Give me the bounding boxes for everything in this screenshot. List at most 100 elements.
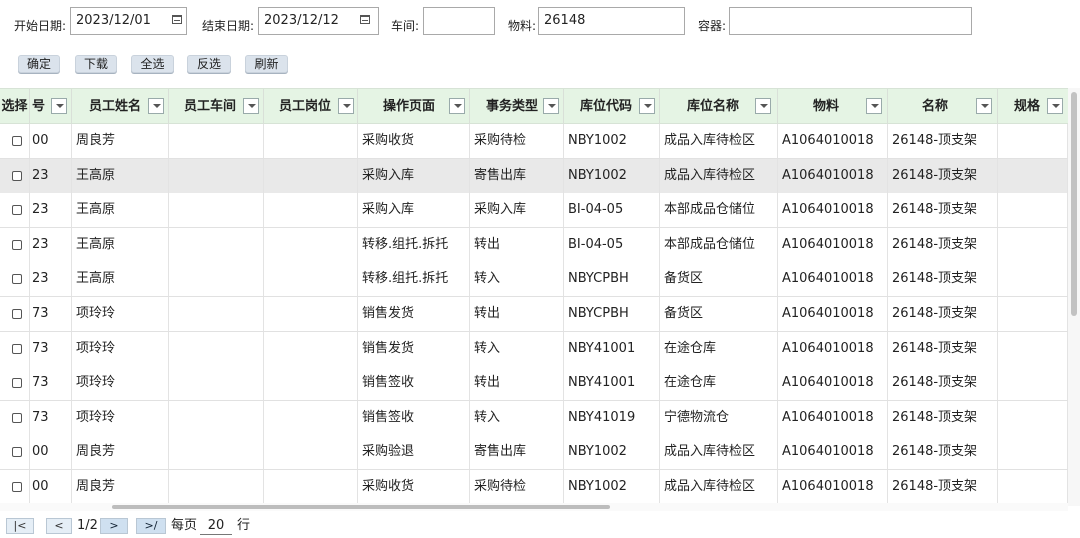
employee-post-cell bbox=[264, 158, 358, 193]
employee-name-cell: 王高原 bbox=[72, 262, 169, 297]
row-select-cell[interactable] bbox=[0, 158, 30, 193]
calendar-icon[interactable] bbox=[360, 15, 370, 24]
chevron-down-icon[interactable] bbox=[866, 98, 882, 114]
table-row[interactable]: 73 项玲玲 销售签收 转入 NBY41019 宁德物流仓 A1064010018 26148… bbox=[0, 400, 1068, 436]
location-code-cell: NBY41001 bbox=[564, 331, 660, 366]
table-row[interactable]: 23 王高原 采购入库 寄售出库 NBY1002 成品入库待检区 A1064010018 26… bbox=[0, 158, 1068, 194]
column-header-operation-page[interactable]: 操作页面 bbox=[358, 89, 470, 124]
row-checkbox[interactable] bbox=[12, 343, 22, 354]
column-header-material[interactable]: 物料 bbox=[778, 89, 888, 124]
end-date-input[interactable]: 2023/12/12 bbox=[258, 7, 379, 35]
material-cell: A1064010018 bbox=[778, 435, 888, 470]
item-name-cell: 26148-顶支架 bbox=[888, 193, 998, 228]
invert-selection-button[interactable]: 反选 bbox=[187, 55, 231, 73]
location-code-cell: NBYCPBH bbox=[564, 262, 660, 297]
column-header-employee-name[interactable]: 员工姓名 bbox=[72, 89, 169, 124]
vertical-scroll-thumb[interactable] bbox=[1071, 92, 1077, 316]
chevron-down-icon[interactable] bbox=[639, 98, 655, 114]
download-button[interactable]: 下载 bbox=[75, 55, 117, 73]
column-header-transaction-type[interactable]: 事务类型 bbox=[470, 89, 564, 124]
table-row[interactable]: 73 项玲玲 销售签收 转出 NBY41001 在途仓库 A1064010018 26148-… bbox=[0, 366, 1068, 402]
location-code-cell: NBY1002 bbox=[564, 158, 660, 193]
row-select-cell[interactable] bbox=[0, 193, 30, 228]
row-checkbox[interactable] bbox=[12, 412, 22, 423]
first-page-button[interactable]: |< bbox=[6, 518, 34, 534]
calendar-icon[interactable] bbox=[172, 15, 182, 24]
column-header-location-code[interactable]: 库位代码 bbox=[564, 89, 660, 124]
row-checkbox[interactable] bbox=[12, 205, 22, 216]
row-select-cell[interactable] bbox=[0, 297, 30, 331]
row-select-cell[interactable] bbox=[0, 331, 30, 366]
prev-page-button[interactable]: < bbox=[46, 518, 72, 534]
operation-page-cell: 采购验退 bbox=[358, 435, 470, 470]
chevron-down-icon[interactable] bbox=[755, 98, 771, 114]
row-checkbox[interactable] bbox=[12, 170, 22, 181]
column-header-location-name[interactable]: 库位名称 bbox=[660, 89, 778, 124]
row-number-cell: 73 bbox=[30, 366, 72, 401]
row-select-cell[interactable] bbox=[0, 262, 30, 297]
table-row[interactable]: 00 周良芳 采购收货 采购待检 NBY1002 成品入库待检区 A1064010018 26… bbox=[0, 470, 1068, 505]
select-all-button[interactable]: 全选 bbox=[131, 55, 174, 73]
material-input[interactable]: 26148 bbox=[538, 7, 685, 35]
confirm-button[interactable]: 确定 bbox=[18, 55, 60, 73]
start-date-input[interactable]: 2023/12/01 bbox=[70, 7, 187, 35]
chevron-down-icon[interactable] bbox=[338, 98, 354, 114]
container-input[interactable] bbox=[729, 7, 972, 35]
workshop-input[interactable] bbox=[423, 7, 495, 35]
table-row[interactable]: 00 周良芳 采购收货 采购待检 NBY1002 成品入库待检区 A1064010018 26… bbox=[0, 124, 1068, 159]
item-name-cell: 26148-顶支架 bbox=[888, 400, 998, 435]
chevron-down-icon[interactable] bbox=[976, 98, 992, 114]
employee-post-cell bbox=[264, 227, 358, 262]
chevron-down-icon[interactable] bbox=[1047, 98, 1063, 114]
column-header-spec[interactable]: 规格 bbox=[998, 89, 1068, 124]
column-header-number[interactable]: 号 bbox=[30, 89, 72, 124]
row-select-cell[interactable] bbox=[0, 400, 30, 435]
row-checkbox[interactable] bbox=[12, 136, 22, 146]
transaction-type-cell: 采购待检 bbox=[470, 124, 564, 158]
column-header-employee-post[interactable]: 员工岗位 bbox=[264, 89, 358, 124]
table-row[interactable]: 73 项玲玲 销售发货 转入 NBY41001 在途仓库 A1064010018 26148-… bbox=[0, 331, 1068, 367]
row-checkbox[interactable] bbox=[12, 309, 22, 319]
spec-cell bbox=[998, 435, 1068, 470]
row-select-cell[interactable] bbox=[0, 435, 30, 470]
chevron-down-icon[interactable] bbox=[148, 98, 164, 114]
item-name-cell: 26148-顶支架 bbox=[888, 297, 998, 331]
row-checkbox[interactable] bbox=[12, 239, 22, 250]
table-row[interactable]: 23 王高原 转移.组托.拆托 转出 BI-04-05 本部成品仓储位 A106401001… bbox=[0, 227, 1068, 263]
employee-post-cell bbox=[264, 435, 358, 470]
transaction-type-cell: 转出 bbox=[470, 297, 564, 331]
start-date-label: 开始日期: bbox=[14, 19, 67, 33]
employee-post-cell bbox=[264, 124, 358, 158]
horizontal-scrollbar[interactable] bbox=[0, 503, 1068, 511]
column-header-item-name[interactable]: 名称 bbox=[888, 89, 998, 124]
row-select-cell[interactable] bbox=[0, 366, 30, 401]
spec-cell bbox=[998, 158, 1068, 193]
table-row[interactable]: 23 王高原 转移.组托.拆托 转入 NBYCPBH 备货区 A1064010018 2614… bbox=[0, 262, 1068, 298]
row-number-cell: 00 bbox=[30, 470, 72, 504]
row-select-cell[interactable] bbox=[0, 227, 30, 262]
vertical-scrollbar[interactable] bbox=[1068, 88, 1080, 506]
row-checkbox[interactable] bbox=[12, 482, 22, 492]
table-row[interactable]: 23 王高原 采购入库 采购入库 BI-04-05 本部成品仓储位 A1064010018 2… bbox=[0, 193, 1068, 229]
row-select-cell[interactable] bbox=[0, 470, 30, 504]
chevron-down-icon[interactable] bbox=[543, 98, 559, 114]
column-header-employee-workshop[interactable]: 员工车间 bbox=[169, 89, 264, 124]
per-page-input[interactable]: 20 bbox=[200, 517, 232, 535]
row-checkbox[interactable] bbox=[12, 447, 22, 458]
chevron-down-icon[interactable] bbox=[449, 98, 465, 114]
operation-page-cell: 销售发货 bbox=[358, 331, 470, 366]
last-page-button[interactable]: >/ bbox=[136, 518, 166, 534]
row-checkbox[interactable] bbox=[12, 274, 22, 285]
row-checkbox[interactable] bbox=[12, 378, 22, 389]
table-row[interactable]: 73 项玲玲 销售发货 转出 NBYCPBH 备货区 A1064010018 26148-顶支… bbox=[0, 297, 1068, 332]
employee-post-cell bbox=[264, 400, 358, 435]
row-select-cell[interactable] bbox=[0, 124, 30, 158]
next-page-button[interactable]: > bbox=[100, 518, 128, 534]
column-header-select[interactable]: 选择 bbox=[0, 89, 30, 124]
table-row[interactable]: 00 周良芳 采购验退 寄售出库 NBY1002 成品入库待检区 A1064010018 26… bbox=[0, 435, 1068, 471]
chevron-down-icon[interactable] bbox=[51, 98, 67, 114]
refresh-button[interactable]: 刷新 bbox=[245, 55, 288, 73]
horizontal-scroll-thumb[interactable] bbox=[112, 505, 610, 509]
employee-name-cell: 周良芳 bbox=[72, 435, 169, 470]
chevron-down-icon[interactable] bbox=[243, 98, 259, 114]
